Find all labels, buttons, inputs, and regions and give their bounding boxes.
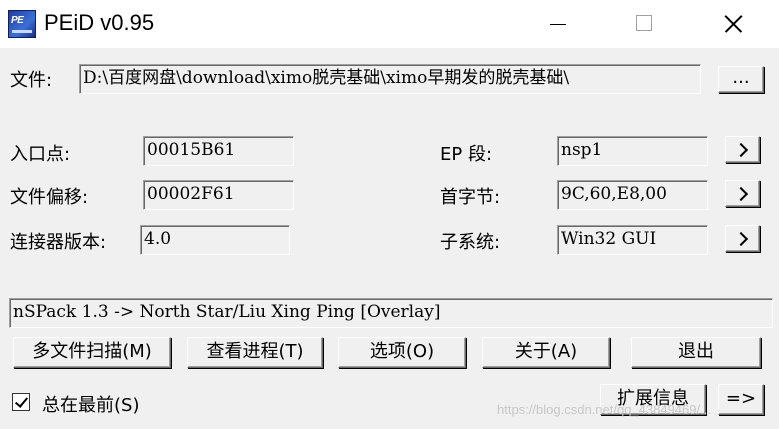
multi-scan-button[interactable]: 多文件扫描(M) <box>13 337 171 368</box>
app-icon-text: PE <box>11 15 24 26</box>
task-viewer-button[interactable]: 查看进程(T) <box>187 337 323 368</box>
file-path-field[interactable]: D:\百度网盘\download\ximo脱壳基础\ximo早期发的脱壳基础\ <box>79 64 701 94</box>
subsystem-details-button[interactable] <box>725 225 760 252</box>
ep-section-label: EP 段: <box>440 144 493 165</box>
close-icon[interactable] <box>703 0 763 48</box>
app-icon: PE <box>8 10 36 38</box>
chevron-right-icon <box>733 142 748 157</box>
browse-button[interactable]: ... <box>718 66 764 93</box>
about-button[interactable]: 关于(A) <box>482 337 610 368</box>
first-bytes-details-button[interactable] <box>725 180 760 207</box>
window-title: PEiD v0.95 <box>44 10 155 35</box>
file-offset-field[interactable]: 00002F61 <box>143 180 294 210</box>
entry-point-label: 入口点: <box>10 144 71 165</box>
title-bar[interactable]: PE PEiD v0.95 <box>0 0 779 48</box>
detection-result-field[interactable]: nSPack 1.3 -> North Star/Liu Xing Ping [… <box>9 298 773 328</box>
plugins-button[interactable]: => <box>718 384 764 415</box>
watermark: https://blog.csdn.net/qq_43849469/... <box>497 402 711 417</box>
options-button[interactable]: 选项(O) <box>338 337 466 368</box>
ep-section-field[interactable]: nsp1 <box>557 136 708 166</box>
subsystem-label: 子系统: <box>440 232 501 253</box>
file-label: 文件: <box>10 70 53 91</box>
subsystem-field[interactable]: Win32 GUI <box>557 225 708 255</box>
first-bytes-label: 首字节: <box>440 187 501 208</box>
linker-version-field[interactable]: 4.0 <box>140 225 290 255</box>
minimize-icon[interactable] <box>528 0 588 48</box>
chevron-right-icon <box>733 186 748 201</box>
exit-button[interactable]: 退出 <box>631 337 761 368</box>
maximize-icon[interactable] <box>614 0 674 48</box>
ep-section-details-button[interactable] <box>725 136 760 163</box>
linker-version-label: 连接器版本: <box>10 232 107 253</box>
always-on-top-label: 总在最前(S) <box>42 395 140 416</box>
file-offset-label: 文件偏移: <box>10 187 89 208</box>
always-on-top-checkbox[interactable] <box>12 393 30 411</box>
peid-window: PE PEiD v0.95 文件: D:\百度网盘\download\ximo脱… <box>0 0 779 429</box>
first-bytes-field[interactable]: 9C,60,E8,00 <box>557 180 708 210</box>
entry-point-field[interactable]: 00015B61 <box>143 136 294 166</box>
chevron-right-icon <box>733 231 748 246</box>
